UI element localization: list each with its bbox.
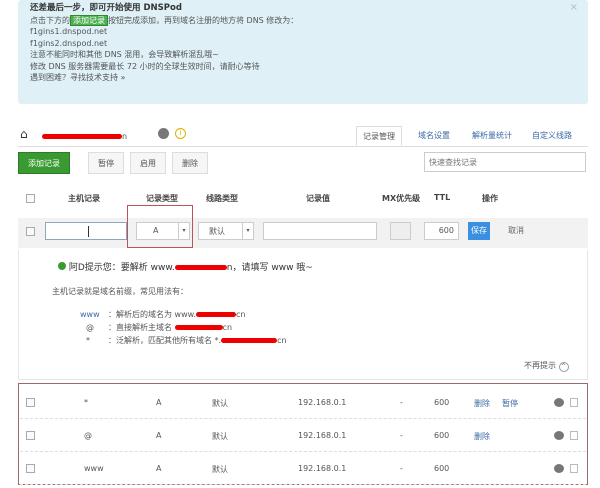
delete-button[interactable]: 删除 xyxy=(172,152,208,174)
table-row: www A 默认 192.168.0.1 - 600 xyxy=(20,452,586,485)
dismiss-label: 不再提示 xyxy=(524,361,556,370)
nameserver-1: f1gins1.dnspod.net xyxy=(30,27,108,36)
row-checkbox[interactable] xyxy=(26,227,35,236)
chevron-up-icon: ^ xyxy=(558,362,569,372)
banner-text: 点击下方的 xyxy=(30,15,70,25)
tip-intro: 主机记录就是域名前缀，常见用法有： xyxy=(52,287,188,296)
tip-suffix: cn xyxy=(277,336,287,345)
tab-domain-settings[interactable]: 域名设置 xyxy=(412,126,456,146)
record-a1[interactable]: 删除 xyxy=(474,398,490,409)
banner-text: 按钮完成添加，再到域名注册的地方将 DNS 修改为： xyxy=(108,15,299,25)
tip-desc: ：解析后的域名为 www. xyxy=(108,310,196,319)
search-input[interactable] xyxy=(424,152,586,172)
remark-icon[interactable] xyxy=(554,464,564,473)
domain-name: n xyxy=(42,132,127,141)
record-line: 默认 xyxy=(212,465,228,474)
remark-icon[interactable] xyxy=(554,431,564,440)
record-host: www xyxy=(84,464,104,473)
dismiss-tip-button[interactable]: 不再提示 ^ xyxy=(524,360,569,372)
help-icon xyxy=(58,262,66,270)
info-icon[interactable]: i xyxy=(175,128,186,139)
record-mx: - xyxy=(400,464,403,473)
save-button[interactable]: 保存 xyxy=(468,222,490,240)
record-type: A xyxy=(156,431,162,440)
add-record-highlight: 添加记录 xyxy=(70,14,108,26)
tab-stats[interactable]: 解析量统计 xyxy=(466,126,518,146)
chevron-down-icon: ▾ xyxy=(178,223,189,239)
type-value: A xyxy=(153,226,159,235)
chevron-down-icon: ▾ xyxy=(242,223,253,239)
note-icon[interactable] xyxy=(570,464,578,473)
nameserver-2: f1gins2.dnspod.net xyxy=(30,38,108,48)
tip-list: www ：解析后的域名为 www. cn @ ：直接解析主域名 cn * ：泛解析，匹配… xyxy=(80,308,287,347)
tip-suffix: cn xyxy=(235,310,246,319)
col-host: 主机记录 xyxy=(68,194,100,203)
record-line: 默认 xyxy=(212,399,228,408)
ttl-input[interactable]: 600 xyxy=(424,222,459,240)
support-link[interactable]: 遇到困难？寻找技术支持 » xyxy=(30,72,576,84)
pause-button[interactable]: 暂停 xyxy=(88,152,124,174)
wechat-icon[interactable] xyxy=(158,128,169,139)
close-icon[interactable]: × xyxy=(570,2,578,14)
banner-note: 注意不能同时和其他 DNS 混用，会导致解析混乱哦~ xyxy=(30,50,220,59)
cancel-button[interactable]: 取消 xyxy=(508,222,524,240)
table-row: @ A 默认 192.168.0.1 - 600 删除 xyxy=(20,419,586,452)
record-value: 192.168.0.1 xyxy=(298,431,347,440)
record-a2[interactable]: 暂停 xyxy=(502,398,518,409)
tip-key: www xyxy=(80,310,100,319)
col-value: 记录值 xyxy=(306,194,330,203)
tip-desc: ：泛解析，匹配其他所有域名 *. xyxy=(108,336,222,345)
add-record-button[interactable]: 添加记录 xyxy=(18,152,70,174)
record-type: A xyxy=(156,398,162,407)
mx-input[interactable] xyxy=(390,222,411,240)
remark-icon[interactable] xyxy=(554,398,564,407)
tab-records[interactable]: 记录管理 xyxy=(356,126,402,146)
col-type: 记录类型 xyxy=(146,194,178,203)
info-banner: 还差最后一步，即可开始使用 DNSPod 点击下方的 添加记录 按钮完成添加，再到域… xyxy=(18,0,588,104)
record-host: @ xyxy=(84,431,92,440)
tip-title: 阿D提示您：要解析 www. n，请填写 www 哦~ xyxy=(58,260,313,273)
row-checkbox[interactable] xyxy=(26,431,35,440)
table-row: * A 默认 192.168.0.1 - 600 删除 暂停 xyxy=(20,386,586,419)
divider xyxy=(18,146,588,147)
enable-button[interactable]: 启用 xyxy=(130,152,166,174)
col-mx: MX优先级 xyxy=(382,194,421,203)
domain-suffix: n xyxy=(122,132,128,141)
banner-note: 修改 DNS 服务器需要最长 72 小时的全球生效时间，请耐心等待 xyxy=(30,61,260,71)
record-ttl: 600 xyxy=(434,431,450,440)
record-line: 默认 xyxy=(212,432,228,441)
record-value: 192.168.0.1 xyxy=(298,464,347,473)
type-select[interactable]: A ▾ xyxy=(136,222,190,240)
tip-text: 阿D提示您：要解析 www. xyxy=(68,263,175,273)
record-a1[interactable]: 删除 xyxy=(474,431,490,442)
col-ttl: TTL xyxy=(434,193,451,202)
select-all-checkbox[interactable] xyxy=(26,194,35,203)
record-type: A xyxy=(156,464,162,473)
host-input[interactable] xyxy=(45,222,127,240)
record-mx: - xyxy=(400,431,403,440)
record-ttl: 600 xyxy=(434,398,450,407)
tip-suffix: cn xyxy=(222,323,233,332)
tip-key: * xyxy=(86,336,90,345)
tab-custom-lines[interactable]: 自定义线路 xyxy=(526,126,578,146)
tip-text: n，请填写 www 哦~ xyxy=(226,263,313,273)
record-ttl: 600 xyxy=(434,464,450,473)
banner-title: 还差最后一步，即可开始使用 DNSPod xyxy=(30,3,182,13)
record-value: 192.168.0.1 xyxy=(298,398,347,407)
row-checkbox[interactable] xyxy=(26,464,35,473)
tip-key: @ xyxy=(86,323,94,332)
line-value: 默认 xyxy=(209,227,225,236)
line-select[interactable]: 默认 ▾ xyxy=(198,222,254,240)
home-icon[interactable]: ⌂ xyxy=(20,127,28,141)
record-host: * xyxy=(84,398,88,407)
note-icon[interactable] xyxy=(570,431,578,440)
record-mx: - xyxy=(400,398,403,407)
value-input[interactable] xyxy=(263,222,377,240)
note-icon[interactable] xyxy=(570,398,578,407)
col-line: 线路类型 xyxy=(206,194,238,203)
col-actions: 操作 xyxy=(482,194,498,203)
row-checkbox[interactable] xyxy=(26,398,35,407)
tip-desc: ：直接解析主域名 xyxy=(108,323,175,332)
